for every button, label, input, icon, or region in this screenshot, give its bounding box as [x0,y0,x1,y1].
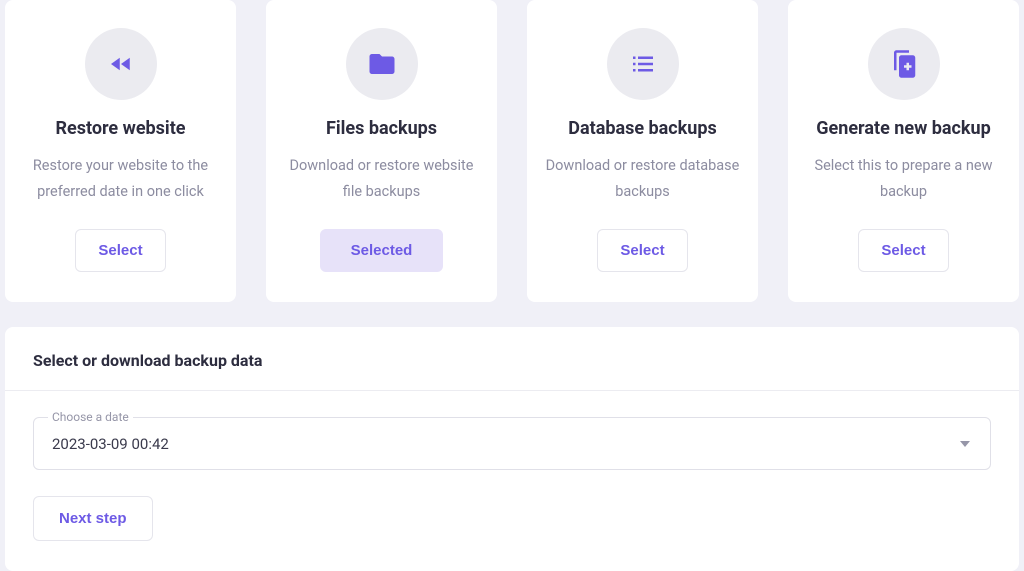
panel-title: Select or download backup data [33,351,991,370]
selected-button[interactable]: Selected [320,229,444,272]
generate-icon [868,28,940,100]
card-database-backups: Database backups Download or restore dat… [527,0,758,302]
card-restore-website: Restore website Restore your website to … [5,0,236,302]
select-button[interactable]: Select [75,229,165,272]
panel-body: Choose a date 2023-03-09 00:42 Next step [5,391,1019,541]
card-desc: Select this to prepare a new backup [806,153,1001,205]
card-title: Generate new backup [816,118,990,139]
rewind-icon [85,28,157,100]
select-button[interactable]: Select [597,229,687,272]
date-select-value: 2023-03-09 00:42 [52,435,169,453]
card-generate-backup: Generate new backup Select this to prepa… [788,0,1019,302]
next-step-button[interactable]: Next step [33,496,153,541]
folder-icon [346,28,418,100]
date-select-label: Choose a date [48,410,133,424]
date-select[interactable]: Choose a date 2023-03-09 00:42 [33,417,991,470]
chevron-down-icon [960,441,970,447]
card-title: Restore website [55,118,185,139]
panel-header: Select or download backup data [5,327,1019,391]
card-title: Database backups [568,118,716,139]
backup-options-row: Restore website Restore your website to … [0,0,1024,327]
list-icon [607,28,679,100]
select-button[interactable]: Select [858,229,948,272]
card-desc: Download or restore website file backups [284,153,479,205]
backup-data-panel: Select or download backup data Choose a … [5,327,1019,571]
card-files-backups: Files backups Download or restore websit… [266,0,497,302]
card-desc: Restore your website to the preferred da… [23,153,218,205]
card-desc: Download or restore database backups [545,153,740,205]
card-title: Files backups [326,118,437,139]
